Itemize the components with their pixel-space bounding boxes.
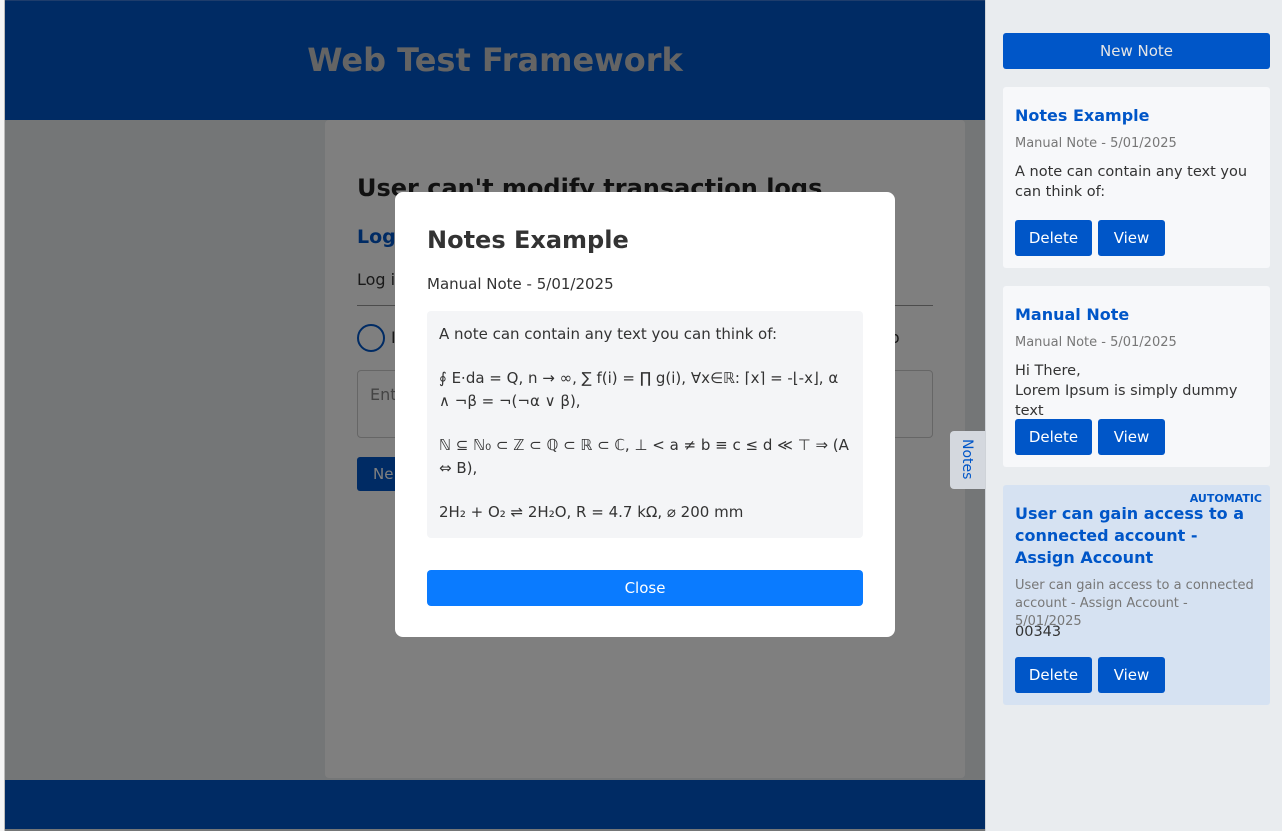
note-card: AUTOMATIC User can gain access to a conn… [1003, 485, 1270, 705]
modal-body-line: 2H₂ + O₂ ⇌ 2H₂O, R = 4.7 kΩ, ⌀ 200 mm [439, 503, 744, 521]
note-title[interactable]: User can gain access to a connected acco… [1015, 503, 1245, 569]
new-note-button[interactable]: New Note [1003, 33, 1270, 69]
modal-meta: Manual Note - 5/01/2025 [427, 275, 614, 293]
note-meta: Manual Note - 5/01/2025 [1015, 335, 1177, 350]
note-card: Notes Example Manual Note - 5/01/2025 A … [1003, 87, 1270, 268]
modal-body-line: ℕ ⊆ ℕ₀ ⊂ ℤ ⊂ ℚ ⊂ ℝ ⊂ ℂ, ⊥ < a ≠ b ≡ c ≤ … [439, 436, 849, 477]
view-note-button[interactable]: View [1098, 419, 1165, 455]
note-body: 00343 [1015, 624, 1062, 640]
notes-sidebar: New Note Notes Example Manual Note - 5/0… [985, 0, 1282, 831]
note-modal: Notes Example Manual Note - 5/01/2025 A … [395, 192, 895, 637]
modal-body-line: A note can contain any text you can thin… [439, 325, 778, 343]
note-body: Lorem Ipsum is simply dummy text [1015, 383, 1238, 419]
delete-note-button[interactable]: Delete [1015, 657, 1092, 693]
note-card: Manual Note Manual Note - 5/01/2025 Hi T… [1003, 286, 1270, 467]
close-button[interactable]: Close [427, 570, 863, 606]
modal-body: A note can contain any text you can thin… [427, 311, 863, 538]
view-note-button[interactable]: View [1098, 220, 1165, 256]
modal-body-line: ∮ E⋅da = Q, n → ∞, ∑ f(i) = ∏ g(i), ∀x∈ℝ… [439, 369, 839, 410]
delete-note-button[interactable]: Delete [1015, 220, 1092, 256]
note-body: Hi There, [1015, 363, 1081, 379]
note-meta: Manual Note - 5/01/2025 [1015, 136, 1177, 151]
note-title[interactable]: Manual Note [1015, 304, 1129, 326]
notes-tab[interactable]: Notes [950, 431, 985, 489]
delete-note-button[interactable]: Delete [1015, 419, 1092, 455]
view-note-button[interactable]: View [1098, 657, 1165, 693]
notes-tab-label: Notes [959, 439, 975, 480]
modal-title: Notes Example [427, 226, 629, 254]
note-body: A note can contain any text you can thin… [1015, 164, 1248, 200]
note-title[interactable]: Notes Example [1015, 105, 1149, 127]
